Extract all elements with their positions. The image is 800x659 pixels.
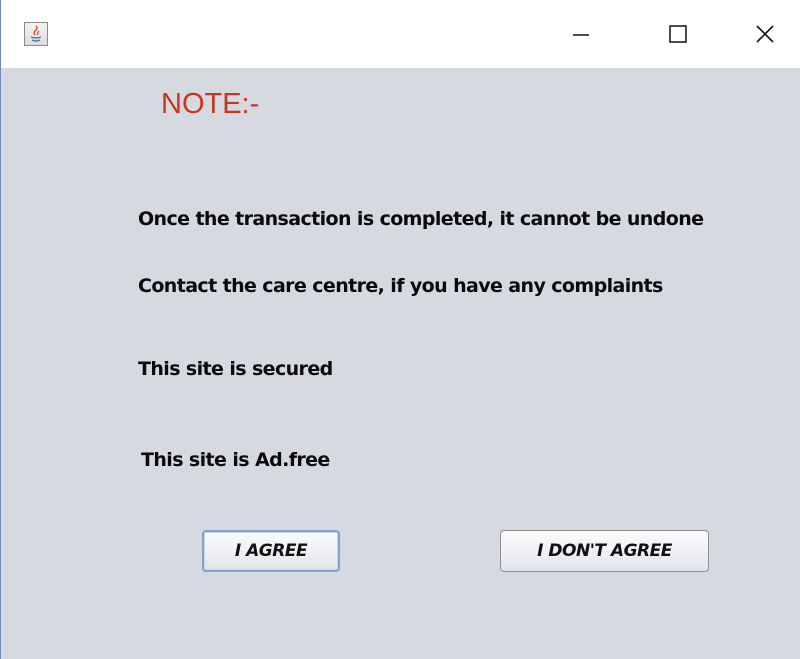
title-bar[interactable] <box>1 0 800 68</box>
dialog-content: NOTE:- Once the transaction is completed… <box>1 68 800 659</box>
close-button[interactable] <box>743 14 789 54</box>
maximize-button[interactable] <box>654 14 700 54</box>
maximize-icon <box>669 25 687 43</box>
note-title: NOTE:- <box>161 88 260 120</box>
message-site-ad-free: This site is Ad.free <box>141 449 330 471</box>
close-icon <box>756 25 774 43</box>
dialog-window: NOTE:- Once the transaction is completed… <box>0 0 800 659</box>
java-icon[interactable] <box>24 22 48 46</box>
agree-button[interactable]: I AGREE <box>202 530 340 572</box>
message-site-secured: This site is secured <box>138 358 333 380</box>
minimize-button[interactable] <box>558 14 604 54</box>
message-transaction-undone: Once the transaction is completed, it ca… <box>138 208 704 230</box>
disagree-button[interactable]: I DON'T AGREE <box>500 530 709 572</box>
message-contact-care: Contact the care centre, if you have any… <box>138 275 663 297</box>
minimize-icon <box>573 34 589 36</box>
